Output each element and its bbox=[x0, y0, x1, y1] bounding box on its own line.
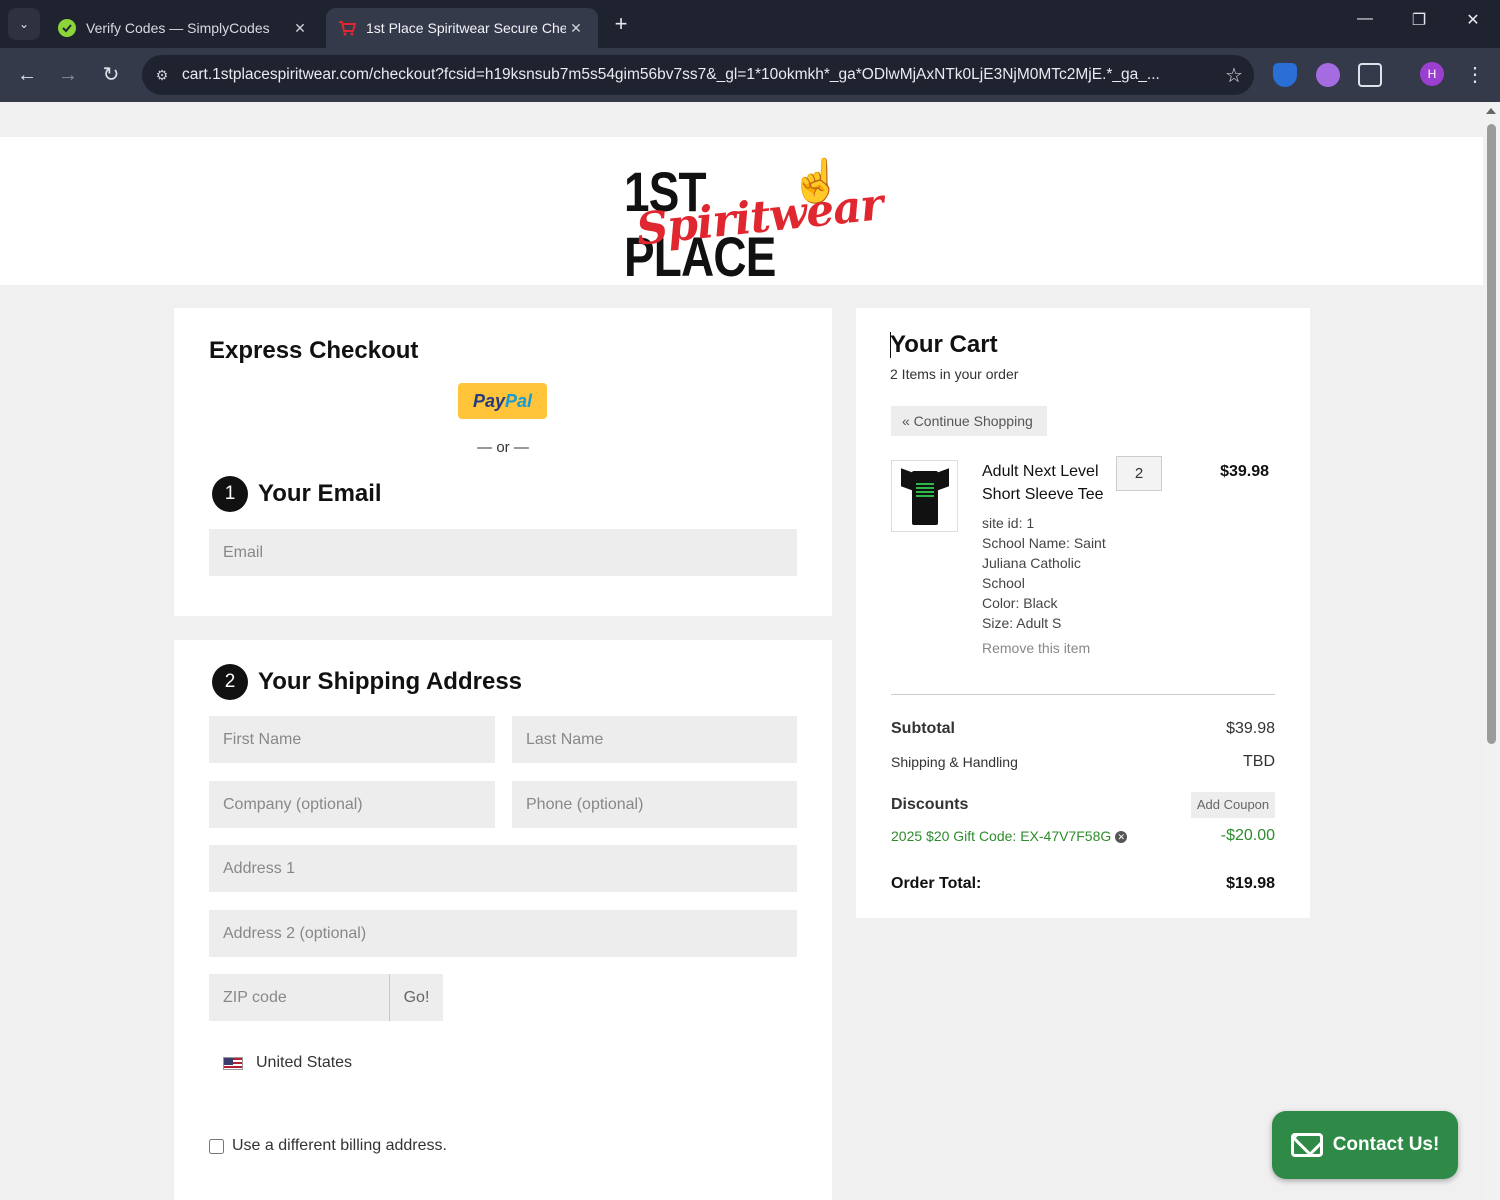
tshirt-image bbox=[900, 465, 950, 527]
subtotal-value: $39.98 bbox=[1226, 720, 1275, 737]
shield-extension-icon[interactable] bbox=[1273, 63, 1297, 87]
express-checkout-heading: Express Checkout bbox=[209, 337, 419, 364]
zip-field[interactable] bbox=[209, 974, 389, 1021]
profile-avatar[interactable]: H bbox=[1420, 62, 1444, 86]
email-panel: Express Checkout Pay Pal — or — 1 Your Em… bbox=[174, 308, 832, 616]
paypal-label-b: Pal bbox=[505, 390, 533, 411]
step-label: Your Email bbox=[258, 480, 382, 507]
site-logo[interactable]: 1ST PLACE ☝ Spiritwear bbox=[620, 155, 885, 288]
company-field[interactable] bbox=[209, 781, 495, 828]
paypal-label-a: Pay bbox=[472, 390, 505, 411]
simplycodes-extension-icon[interactable] bbox=[1316, 63, 1340, 87]
site-settings-icon[interactable]: ⚙ bbox=[142, 67, 182, 84]
shipping-panel: 2 Your Shipping Address Go! United State… bbox=[174, 640, 832, 1200]
chevron-down-icon: ⌄ bbox=[18, 17, 30, 31]
phone-field[interactable] bbox=[512, 781, 797, 828]
reload-icon[interactable]: ↻ bbox=[96, 60, 126, 90]
envelope-icon bbox=[1290, 1133, 1323, 1157]
scroll-up-icon[interactable] bbox=[1486, 108, 1496, 114]
browser-toolbar: ← → ↻ ⚙ cart.1stplacespiritwear.com/chec… bbox=[0, 48, 1500, 102]
address1-field[interactable] bbox=[209, 845, 797, 892]
item-size: Size: Adult S bbox=[982, 615, 1062, 631]
simplycodes-icon bbox=[58, 19, 76, 37]
minimize-icon[interactable]: — bbox=[1350, 10, 1380, 28]
subtotal-label: Subtotal bbox=[891, 720, 955, 737]
us-flag-icon bbox=[223, 1056, 243, 1070]
order-total-value: $19.98 bbox=[1226, 875, 1275, 892]
billing-checkbox[interactable] bbox=[209, 1138, 224, 1154]
browser-tab-bar: ⌄ Verify Codes — SimplyCodes ✕ 1st Place… bbox=[0, 0, 1500, 48]
back-arrow-icon[interactable]: ← bbox=[12, 60, 42, 90]
discounts-label: Discounts bbox=[891, 796, 969, 813]
tab-title: Verify Codes — SimplyCodes bbox=[86, 20, 270, 36]
country-label: United States bbox=[256, 1054, 353, 1071]
close-tab-icon[interactable]: ✕ bbox=[566, 20, 586, 37]
page-scrollbar[interactable] bbox=[1483, 102, 1500, 1200]
tab-simplycodes[interactable]: Verify Codes — SimplyCodes ✕ bbox=[46, 8, 322, 48]
item-price: $39.98 bbox=[1220, 463, 1269, 480]
last-name-field[interactable] bbox=[512, 716, 797, 763]
contact-label: Contact Us! bbox=[1332, 1134, 1440, 1155]
url-text: cart.1stplacespiritwear.com/checkout?fcs… bbox=[182, 66, 1160, 83]
continue-shopping-button[interactable]: « Continue Shopping bbox=[891, 406, 1047, 436]
item-site-id: site id: 1 bbox=[982, 515, 1035, 531]
product-thumbnail[interactable] bbox=[891, 460, 958, 532]
remove-item-link[interactable]: Remove this item bbox=[982, 640, 1090, 656]
item-color: Color: Black bbox=[982, 595, 1058, 611]
site-header: 1ST PLACE ☝ Spiritwear bbox=[0, 137, 1483, 288]
step-number: 2 bbox=[212, 664, 248, 700]
checkout-page: 1ST PLACE ☝ Spiritwear Express Checkout … bbox=[0, 102, 1483, 1200]
scroll-thumb[interactable] bbox=[1487, 124, 1496, 744]
tab-spiritwear[interactable]: 1st Place Spiritwear Secure Che ✕ bbox=[326, 8, 598, 48]
address2-field[interactable] bbox=[209, 910, 797, 957]
billing-label: Use a different billing address. bbox=[232, 1137, 447, 1154]
item-options: site id: 1 School Name: Saint Juliana Ca… bbox=[982, 513, 1122, 633]
or-divider: — or — bbox=[477, 439, 529, 456]
add-coupon-button[interactable]: Add Coupon bbox=[1191, 792, 1275, 818]
close-tab-icon[interactable]: ✕ bbox=[290, 20, 310, 37]
forward-arrow-icon[interactable]: → bbox=[53, 60, 83, 90]
first-name-field[interactable] bbox=[209, 716, 495, 763]
zip-go-button[interactable]: Go! bbox=[389, 974, 443, 1021]
paypal-button[interactable]: Pay Pal bbox=[458, 383, 547, 419]
cart-panel: Your Cart 2 Items in your order « Contin… bbox=[856, 308, 1310, 918]
remove-discount-icon[interactable]: ✕ bbox=[1115, 831, 1128, 843]
contact-us-button[interactable]: Contact Us! bbox=[1272, 1111, 1458, 1179]
step-number: 1 bbox=[212, 476, 248, 512]
cart-heading: Your Cart bbox=[890, 331, 998, 358]
tab-search-button[interactable]: ⌄ bbox=[8, 8, 40, 40]
quantity-field[interactable]: 2 bbox=[1116, 456, 1162, 491]
email-field[interactable] bbox=[209, 529, 797, 576]
cart-icon bbox=[338, 19, 356, 37]
discount-value: -$20.00 bbox=[1220, 827, 1275, 844]
address-bar[interactable]: ⚙ cart.1stplacespiritwear.com/checkout?f… bbox=[142, 55, 1254, 95]
discount-row: 2025 $20 Gift Code: EX-47V7F58G ✕ bbox=[891, 828, 1128, 844]
order-total-label: Order Total: bbox=[891, 875, 982, 892]
bookmark-star-icon[interactable]: ☆ bbox=[1214, 63, 1254, 88]
shipping-value: TBD bbox=[1243, 753, 1275, 770]
shipping-step-heading: 2 Your Shipping Address bbox=[212, 664, 522, 700]
step-label: Your Shipping Address bbox=[258, 668, 523, 695]
tab-title: 1st Place Spiritwear Secure Che bbox=[366, 20, 566, 36]
cart-divider bbox=[891, 694, 1275, 695]
country-selector[interactable]: United States bbox=[223, 1054, 352, 1072]
items-count: 2 Items in your order bbox=[890, 366, 1019, 382]
menu-dots-icon[interactable]: ⋮ bbox=[1460, 60, 1490, 90]
new-tab-button[interactable]: + bbox=[608, 11, 634, 37]
shipping-label: Shipping & Handling bbox=[891, 754, 1018, 770]
different-billing-option[interactable]: Use a different billing address. bbox=[209, 1137, 447, 1155]
email-step-heading: 1 Your Email bbox=[212, 476, 382, 512]
discount-name: 2025 $20 Gift Code: EX-47V7F58G bbox=[891, 828, 1112, 844]
restore-icon[interactable]: ❐ bbox=[1404, 10, 1434, 30]
item-name[interactable]: Adult Next Level Short Sleeve Tee bbox=[982, 460, 1122, 506]
close-window-icon[interactable]: ✕ bbox=[1458, 10, 1488, 30]
item-school: School Name: Saint Juliana Catholic Scho… bbox=[982, 535, 1106, 591]
puzzle-extensions-icon[interactable] bbox=[1358, 63, 1382, 87]
